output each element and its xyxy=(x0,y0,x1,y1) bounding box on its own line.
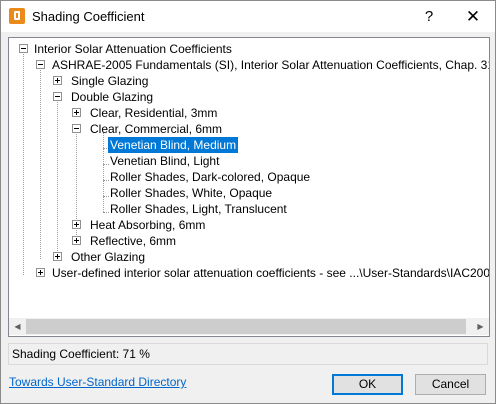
tree-node-reflective[interactable]: Reflective, 6mm xyxy=(90,233,176,249)
tree-line xyxy=(103,132,104,212)
plus-box-icon[interactable] xyxy=(36,268,45,277)
tree-line xyxy=(103,212,109,213)
scrollbar-thumb[interactable] xyxy=(26,319,466,334)
tree-viewport: Interior Solar Attenuation Coefficients … xyxy=(9,38,489,318)
close-button[interactable]: ✕ xyxy=(451,1,495,32)
tree-node-other-glazing[interactable]: Other Glazing xyxy=(71,249,145,265)
tree-node-clear-commercial[interactable]: Clear, Commercial, 6mm xyxy=(90,121,222,137)
plus-box-icon[interactable] xyxy=(72,220,81,229)
shading-coefficient-value: Shading Coefficient: 71 % xyxy=(12,347,150,361)
app-icon xyxy=(9,8,25,24)
tree-line xyxy=(57,100,58,259)
status-field: Shading Coefficient: 71 % xyxy=(8,343,488,365)
minus-box-icon[interactable] xyxy=(36,60,45,69)
title-bar[interactable]: Shading Coefficient ? ✕ xyxy=(1,1,495,32)
ok-button[interactable]: OK xyxy=(332,374,403,395)
horizontal-scrollbar[interactable]: ◀ ▶ xyxy=(9,318,489,335)
tree-node-clear-residential[interactable]: Clear, Residential, 3mm xyxy=(90,105,217,121)
tree-node-roller-dark[interactable]: Roller Shades, Dark-colored, Opaque xyxy=(110,169,310,185)
arrow-left-icon[interactable]: ◀ xyxy=(9,318,26,335)
tree-node-single-glazing[interactable]: Single Glazing xyxy=(71,73,148,89)
tree-line xyxy=(40,68,41,259)
plus-box-icon[interactable] xyxy=(72,108,81,117)
tree-node-venetian-light[interactable]: Venetian Blind, Light xyxy=(110,153,219,169)
plus-box-icon[interactable] xyxy=(53,76,62,85)
tree-line xyxy=(23,52,24,275)
tree-node-ashrae-2005[interactable]: ASHRAE-2005 Fundamentals (SI), Interior … xyxy=(52,57,489,73)
arrow-right-icon[interactable]: ▶ xyxy=(472,318,489,335)
tree-line xyxy=(103,164,109,165)
tree-node-heat-absorbing[interactable]: Heat Absorbing, 6mm xyxy=(90,217,205,233)
tree-node-double-glazing[interactable]: Double Glazing xyxy=(71,89,153,105)
cancel-button[interactable]: Cancel xyxy=(415,374,486,395)
help-button[interactable]: ? xyxy=(411,1,447,32)
tree-node-user-defined[interactable]: User-defined interior solar attenuation … xyxy=(52,265,489,281)
window-title: Shading Coefficient xyxy=(32,9,145,24)
tree-line xyxy=(103,196,109,197)
tree-line xyxy=(103,180,109,181)
tree-node-roller-translucent[interactable]: Roller Shades, Light, Translucent xyxy=(110,201,287,217)
dialog-window: Shading Coefficient ? ✕ Interior Solar A… xyxy=(0,0,496,404)
plus-box-icon[interactable] xyxy=(72,236,81,245)
tree-node-roller-white[interactable]: Roller Shades, White, Opaque xyxy=(110,185,272,201)
tree-node-root[interactable]: Interior Solar Attenuation Coefficients xyxy=(34,41,232,57)
user-standard-directory-link[interactable]: Towards User-Standard Directory xyxy=(9,375,186,389)
minus-box-icon[interactable] xyxy=(72,124,81,133)
coefficient-tree[interactable]: Interior Solar Attenuation Coefficients … xyxy=(8,37,490,337)
plus-box-icon[interactable] xyxy=(53,252,62,261)
minus-box-icon[interactable] xyxy=(53,92,62,101)
tree-node-venetian-medium-selected[interactable]: Venetian Blind, Medium xyxy=(108,137,239,153)
minus-box-icon[interactable] xyxy=(19,44,28,53)
